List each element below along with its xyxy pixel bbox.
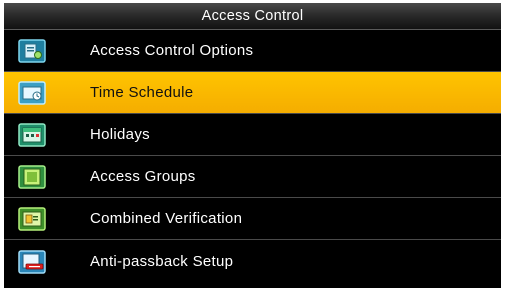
menu-item-access-groups[interactable]: Access Groups bbox=[4, 156, 501, 198]
menu-item-label: Time Schedule bbox=[90, 84, 194, 101]
menu-item-combined-verification[interactable]: Combined Verification bbox=[4, 198, 501, 240]
holidays-icon bbox=[14, 120, 50, 150]
menu-item-label: Access Control Options bbox=[90, 42, 254, 59]
menu-item-label: Combined Verification bbox=[90, 210, 243, 227]
access-control-menu: Access Control Options Time Schedule Hol… bbox=[4, 30, 501, 283]
access-groups-icon bbox=[14, 162, 50, 192]
menu-item-access-control-options[interactable]: Access Control Options bbox=[4, 30, 501, 72]
menu-item-label: Access Groups bbox=[90, 168, 196, 185]
access-control-options-icon bbox=[14, 36, 50, 66]
page-title: Access Control bbox=[4, 3, 501, 30]
time-schedule-icon bbox=[14, 78, 50, 108]
menu-item-holidays[interactable]: Holidays bbox=[4, 114, 501, 156]
menu-item-time-schedule[interactable]: Time Schedule bbox=[4, 72, 501, 114]
menu-item-anti-passback-setup[interactable]: Anti-passback Setup bbox=[4, 240, 501, 283]
menu-item-label: Holidays bbox=[90, 126, 150, 143]
combined-verification-icon bbox=[14, 204, 50, 234]
access-control-screen: Access Control Access Control Options Ti… bbox=[4, 3, 501, 288]
menu-item-label: Anti-passback Setup bbox=[90, 253, 234, 270]
anti-passback-icon bbox=[14, 247, 50, 277]
